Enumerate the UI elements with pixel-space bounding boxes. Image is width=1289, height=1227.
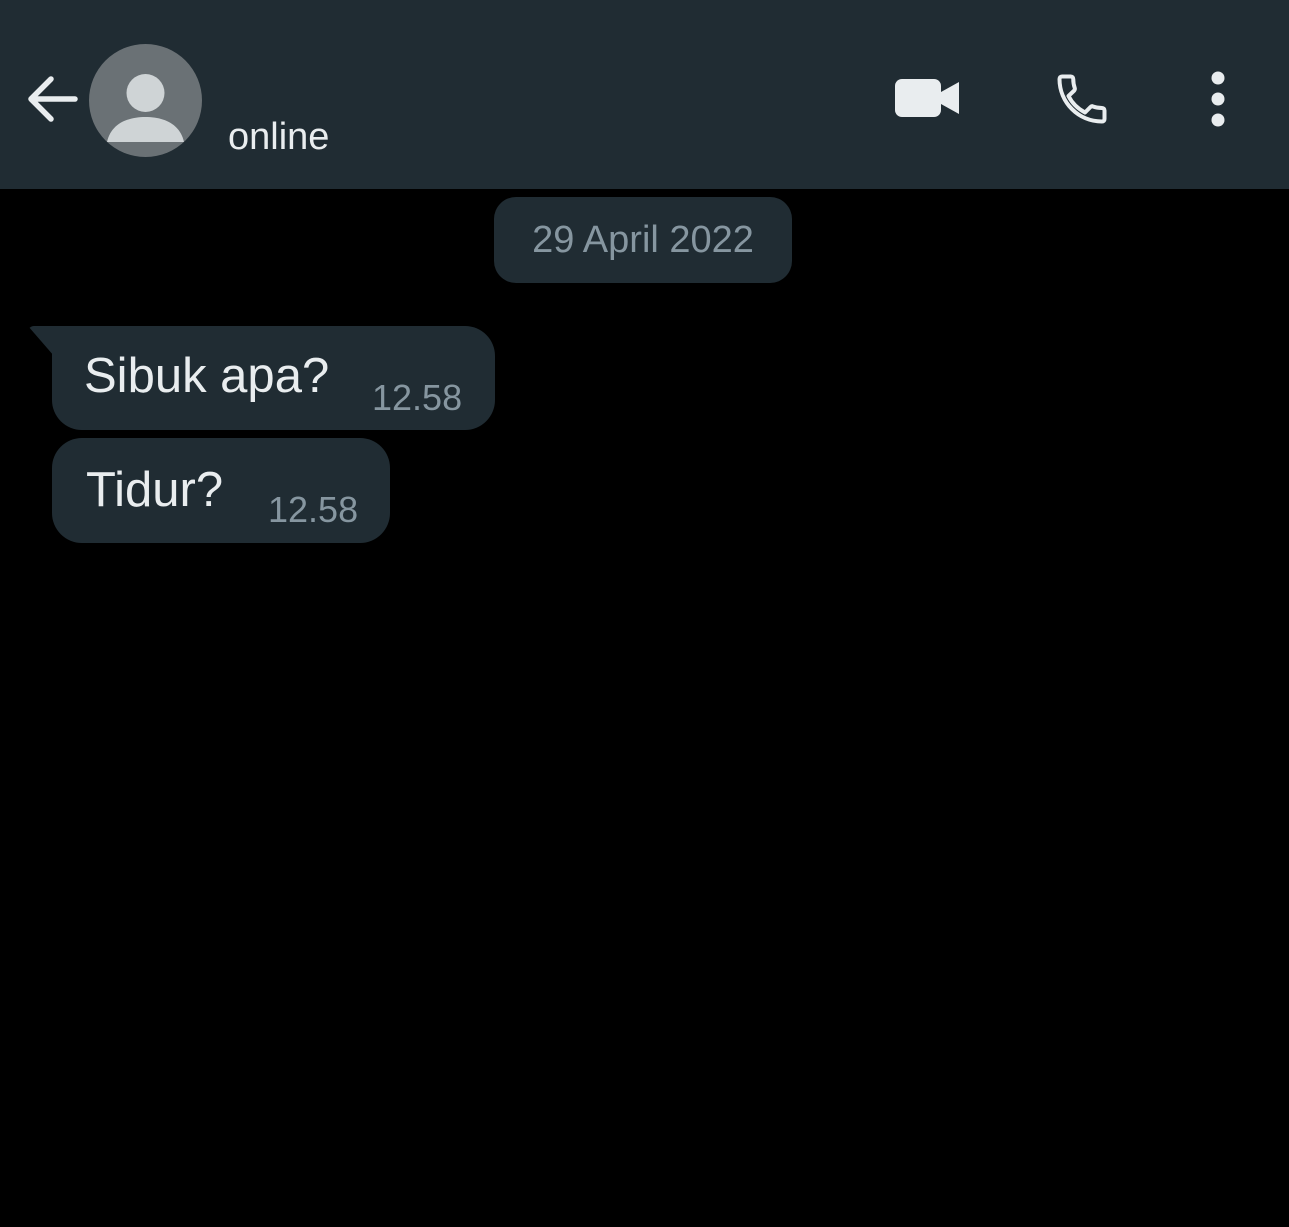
contact-avatar[interactable] <box>89 44 202 157</box>
contact-status: online <box>228 116 330 158</box>
message-time: 12.58 <box>268 489 359 530</box>
video-call-button[interactable] <box>884 64 970 136</box>
message-text: Sibuk apa? <box>84 349 330 403</box>
voice-call-button[interactable] <box>1040 62 1124 140</box>
message-bubble[interactable]: Tidur? 12.58 <box>52 438 390 543</box>
message-time: 12.58 <box>372 377 463 418</box>
date-separator: 29 April 2022 <box>494 197 792 283</box>
default-avatar-icon <box>107 74 184 142</box>
video-camera-icon <box>893 76 961 125</box>
more-options-button[interactable] <box>1190 62 1246 140</box>
chat-screen: online 29 April 2022 Sibuk apa? 12.58 Ti… <box>0 0 1289 1227</box>
phone-icon <box>1052 69 1112 134</box>
date-separator-label: 29 April 2022 <box>532 218 754 261</box>
bubble-tail <box>28 326 54 356</box>
arrow-left-icon <box>23 74 79 129</box>
message-bubble[interactable]: Sibuk apa? 12.58 <box>52 326 495 430</box>
message-text: Tidur? <box>86 463 224 517</box>
back-button[interactable] <box>18 68 84 134</box>
chat-header: online <box>0 0 1289 189</box>
more-vertical-icon <box>1210 71 1226 132</box>
